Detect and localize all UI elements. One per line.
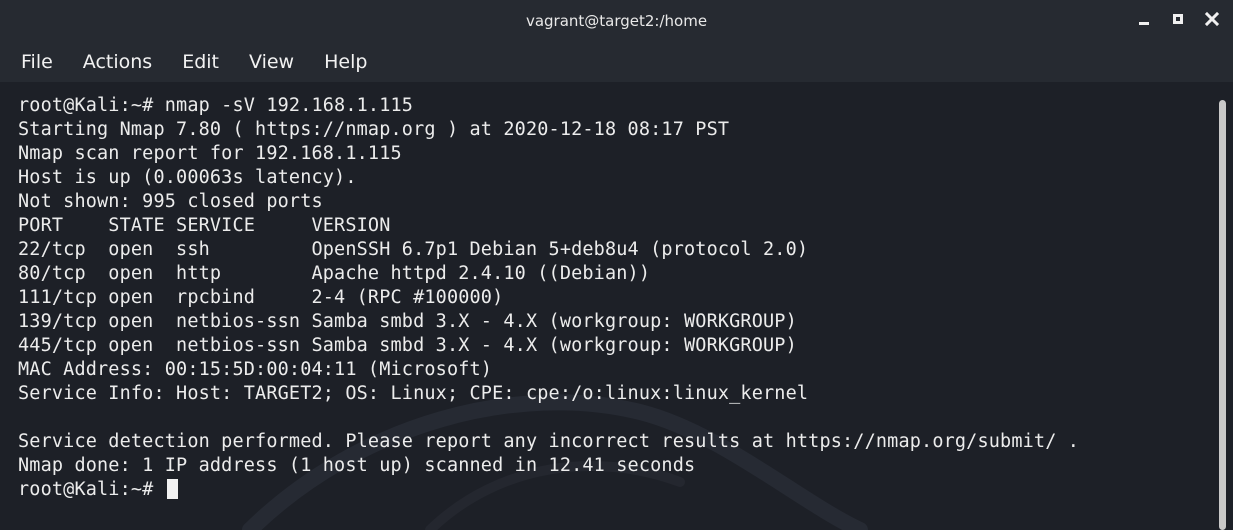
terminal-line: root@Kali:~# nmap -sV 192.168.1.115: [18, 95, 414, 116]
shell-prompt: root@Kali:~#: [18, 479, 165, 500]
vertical-scrollbar[interactable]: [1210, 82, 1233, 530]
terminal-line: PORT STATE SERVICE VERSION: [18, 215, 391, 236]
menu-edit[interactable]: Edit: [173, 45, 228, 79]
menu-actions[interactable]: Actions: [74, 45, 161, 79]
maximize-icon[interactable]: [1169, 10, 1187, 28]
terminal-line: Service Info: Host: TARGET2; OS: Linux; …: [18, 383, 809, 404]
terminal-window: vagrant@target2:/home File Actions Edit …: [0, 0, 1233, 530]
scrollbar-thumb[interactable]: [1219, 100, 1226, 530]
terminal-line: Nmap scan report for 192.168.1.115: [18, 143, 402, 164]
terminal-line: 111/tcp open rpcbind 2-4 (RPC #100000): [18, 287, 504, 308]
title-bar[interactable]: vagrant@target2:/home: [0, 0, 1233, 42]
terminal-line: MAC Address: 00:15:5D:00:04:11 (Microsof…: [18, 359, 493, 380]
menu-view[interactable]: View: [240, 45, 303, 79]
close-icon[interactable]: [1203, 10, 1221, 28]
terminal-line: 80/tcp open http Apache httpd 2.4.10 ((D…: [18, 263, 651, 284]
terminal-line: 139/tcp open netbios-ssn Samba smbd 3.X …: [18, 311, 797, 332]
minimize-icon[interactable]: [1135, 10, 1153, 28]
terminal-line: Host is up (0.00063s latency).: [18, 167, 357, 188]
menu-file[interactable]: File: [12, 45, 62, 79]
window-title: vagrant@target2:/home: [525, 12, 708, 30]
terminal-line: 22/tcp open ssh OpenSSH 6.7p1 Debian 5+d…: [18, 239, 809, 260]
menu-bar: File Actions Edit View Help: [0, 42, 1233, 82]
menu-help[interactable]: Help: [315, 45, 376, 79]
terminal-text: root@Kali:~# nmap -sV 192.168.1.115 Start…: [18, 94, 1079, 502]
window-controls: [1135, 10, 1221, 28]
terminal-line: Starting Nmap 7.80 ( https://nmap.org ) …: [18, 119, 730, 140]
terminal-line: Not shown: 995 closed ports: [18, 191, 323, 212]
terminal-line: 445/tcp open netbios-ssn Samba smbd 3.X …: [18, 335, 797, 356]
terminal-output[interactable]: root@Kali:~# nmap -sV 192.168.1.115 Start…: [0, 82, 1210, 530]
terminal-line: Service detection performed. Please repo…: [18, 431, 1080, 452]
text-cursor: [166, 479, 178, 499]
terminal-line: Nmap done: 1 IP address (1 host up) scan…: [18, 455, 696, 476]
prompt-line[interactable]: root@Kali:~#: [18, 478, 1079, 502]
